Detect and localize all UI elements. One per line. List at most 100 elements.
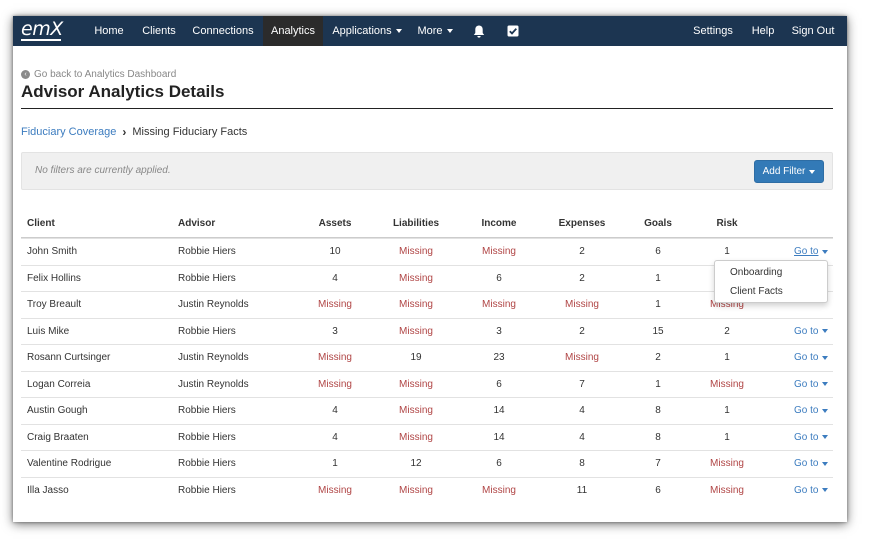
table-body: John Smith Robbie Hiers 10 Missing Missing 2 6… xyxy=(21,238,833,503)
chevron-down-icon xyxy=(395,29,402,33)
cell-goals: 1 xyxy=(655,272,661,284)
nav-analytics[interactable]: Analytics xyxy=(263,16,323,46)
emx-logo[interactable]: emX xyxy=(21,19,63,41)
nav-signout-label: Sign Out xyxy=(791,25,835,37)
chevron-down-icon xyxy=(822,435,829,440)
filter-bar: No filters are currently applied. Add Fi… xyxy=(21,152,833,190)
chevron-right-icon: › xyxy=(122,125,127,139)
cell-assets: Missing xyxy=(318,352,352,364)
cell-liabilities: Missing xyxy=(399,378,433,390)
nav-settings[interactable]: Settings xyxy=(685,16,741,46)
notifications-button[interactable] xyxy=(465,16,493,46)
cell-income: 14 xyxy=(493,405,505,417)
cell-liabilities: Missing xyxy=(399,299,433,311)
breadcrumb-fiduciary-coverage[interactable]: Fiduciary Coverage xyxy=(21,126,116,138)
tasks-button[interactable] xyxy=(499,16,527,46)
column-header-assets[interactable]: Assets xyxy=(305,210,365,237)
table-row: Logan Correia Justin Reynolds Missing Missi… xyxy=(21,370,833,398)
column-header-risk[interactable]: Risk xyxy=(705,210,749,237)
goto-label: Go to xyxy=(794,352,819,364)
add-filter-button[interactable]: Add Filter xyxy=(754,160,824,183)
column-header-advisor[interactable]: Advisor xyxy=(178,210,215,237)
cell-income: 14 xyxy=(493,431,505,443)
cell-assets: 3 xyxy=(332,325,338,337)
column-header-expenses[interactable]: Expenses xyxy=(552,210,612,237)
cell-income: 6 xyxy=(496,272,502,284)
cell-risk: Missing xyxy=(710,458,744,470)
checkbox-icon xyxy=(507,25,519,37)
cell-income: 6 xyxy=(496,458,502,470)
goto-label: Go to xyxy=(794,325,819,337)
cell-expenses: 4 xyxy=(579,405,585,417)
fiduciary-facts-table: Client Advisor Assets Liabilities Income… xyxy=(21,210,833,503)
goto-dropdown-button[interactable]: Go to xyxy=(794,398,829,424)
column-header-income[interactable]: Income xyxy=(469,210,529,237)
cell-expenses: 8 xyxy=(579,458,585,470)
app-window: emX Home Clients Connections Analytics A… xyxy=(13,16,847,522)
goto-dropdown-button[interactable]: Go to xyxy=(794,372,829,398)
goto-label: Go to xyxy=(794,458,819,470)
cell-expenses: Missing xyxy=(565,352,599,364)
chevron-down-icon xyxy=(446,29,453,33)
cell-client: Illa Jasso xyxy=(27,484,69,496)
goto-dropdown-button[interactable]: Go to xyxy=(794,451,829,477)
nav-signout[interactable]: Sign Out xyxy=(785,16,841,46)
cell-liabilities: 19 xyxy=(410,352,422,364)
column-header-client[interactable]: Client xyxy=(27,210,55,237)
back-link-label: Go back to Analytics Dashboard xyxy=(34,69,177,80)
cell-goals: 15 xyxy=(652,325,664,337)
cell-risk: 1 xyxy=(724,405,730,417)
cell-advisor: Robbie Hiers xyxy=(178,458,236,470)
goto-dropdown-button[interactable]: Go to xyxy=(794,478,829,504)
cell-goals: 7 xyxy=(655,458,661,470)
goto-dropdown-button[interactable]: Go to xyxy=(794,425,829,451)
cell-risk: 2 xyxy=(724,325,730,337)
cell-liabilities: Missing xyxy=(399,405,433,417)
menu-item-onboarding[interactable]: Onboarding xyxy=(730,267,782,278)
nav-connections[interactable]: Connections xyxy=(185,16,261,46)
nav-applications[interactable]: Applications xyxy=(325,16,409,46)
nav-help[interactable]: Help xyxy=(745,16,781,46)
cell-assets: 4 xyxy=(332,405,338,417)
table-header-row: Client Advisor Assets Liabilities Income… xyxy=(21,210,833,238)
cell-goals: 1 xyxy=(655,299,661,311)
cell-liabilities: 12 xyxy=(410,458,422,470)
cell-advisor: Robbie Hiers xyxy=(178,325,236,337)
goto-dropdown-button[interactable]: Go to xyxy=(794,319,829,345)
cell-advisor: Robbie Hiers xyxy=(178,272,236,284)
cell-assets: Missing xyxy=(318,378,352,390)
nav-connections-label: Connections xyxy=(192,25,254,37)
nav-analytics-label: Analytics xyxy=(270,25,316,37)
goto-label: Go to xyxy=(794,484,819,496)
cell-income: Missing xyxy=(482,299,516,311)
cell-liabilities: Missing xyxy=(399,484,433,496)
cell-client: Austin Gough xyxy=(27,405,88,417)
menu-item-client-facts[interactable]: Client Facts xyxy=(730,286,783,297)
column-header-goals[interactable]: Goals xyxy=(636,210,680,237)
cell-advisor: Robbie Hiers xyxy=(178,246,236,258)
cell-expenses: 2 xyxy=(579,272,585,284)
nav-settings-label: Settings xyxy=(693,25,733,37)
nav-clients[interactable]: Clients xyxy=(135,16,183,46)
page-title: Advisor Analytics Details xyxy=(21,82,225,101)
chevron-down-icon xyxy=(822,408,829,413)
cell-advisor: Robbie Hiers xyxy=(178,484,236,496)
cell-risk: 1 xyxy=(724,431,730,443)
goto-dropdown-button[interactable]: Go to xyxy=(794,345,829,371)
cell-goals: 8 xyxy=(655,405,661,417)
table-row: Valentine Rodrigue Robbie Hiers 1 12 6 8 7 Miss… xyxy=(21,450,833,477)
table-row: Troy Breault Justin Reynolds Missing Missin… xyxy=(21,291,833,318)
filter-status-text: No filters are currently applied. xyxy=(35,165,171,176)
cell-expenses: 11 xyxy=(576,484,588,496)
nav-more[interactable]: More xyxy=(411,16,459,46)
chevron-down-icon xyxy=(822,329,829,334)
nav-home[interactable]: Home xyxy=(85,16,133,46)
table-row: Austin Gough Robbie Hiers 4 Missing 14 4 8 1 Go … xyxy=(21,397,833,424)
arrow-left-circle-icon: ‹ xyxy=(21,70,30,79)
column-header-liabilities[interactable]: Liabilities xyxy=(383,210,449,237)
back-link[interactable]: ‹ Go back to Analytics Dashboard xyxy=(21,69,176,80)
nav-help-label: Help xyxy=(751,25,775,37)
breadcrumb-current: Missing Fiduciary Facts xyxy=(132,126,248,138)
table-row: John Smith Robbie Hiers 10 Missing Missing 2 6… xyxy=(21,238,833,265)
cell-advisor: Justin Reynolds xyxy=(178,352,249,364)
